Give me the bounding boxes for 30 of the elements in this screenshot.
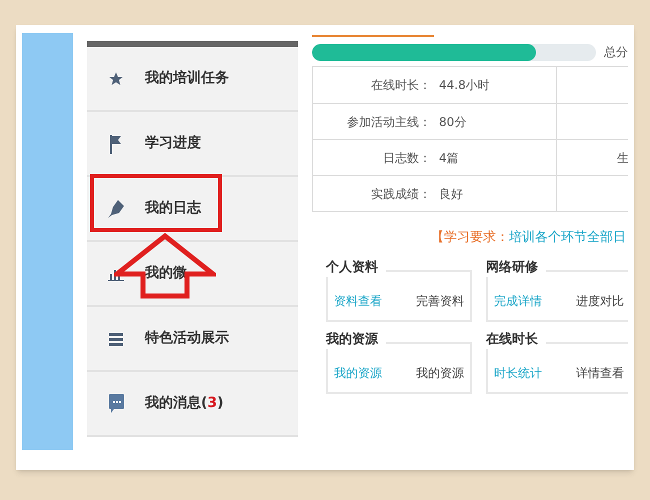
requirement-text: 培训各个环节全部日 [509,229,626,247]
panel-link[interactable]: 我的资源 [416,364,464,382]
sidebar-item[interactable]: 我的培训任务 [87,47,298,112]
panel-title: 网络研修 [486,258,546,277]
flag-icon [108,134,124,154]
panel-title: 个人资料 [326,258,386,277]
panel-title: 我的资源 [326,330,386,349]
requirement-label: 【学习要求： [431,229,509,247]
panel-title: 在线时长 [486,330,546,349]
pen-nib-icon [108,200,124,218]
stat-label: 参加活动主线： [346,114,432,130]
progress-label: 总分 [604,44,628,61]
sidebar-item[interactable]: 学习进度 [87,112,298,177]
stat-value: 4篇 [439,150,459,166]
stat-label: 日志数： [382,150,432,166]
stat-value: 80分 [439,114,466,130]
panel-link[interactable]: 完善资料 [416,292,464,310]
sidebar-item[interactable]: 我的消息(3) [87,372,298,437]
stat-value: 44.8小时 [439,77,490,94]
sidebar-item[interactable]: 特色活动展示 [87,307,298,372]
chat-bubble-icon [108,394,124,413]
stat-label: 实践成绩： [370,186,432,202]
stat-label: 在线时长： [370,77,432,94]
stat-value: 良好 [439,186,463,202]
sidebar-item[interactable]: 我的微 [87,242,298,307]
star-icon [108,70,124,86]
list-icon [109,332,123,346]
sidebar-item[interactable]: 我的日志 [87,177,298,242]
panel-link[interactable]: 进度对比 [576,292,624,310]
panel-link[interactable]: 详情查看 [576,364,624,382]
